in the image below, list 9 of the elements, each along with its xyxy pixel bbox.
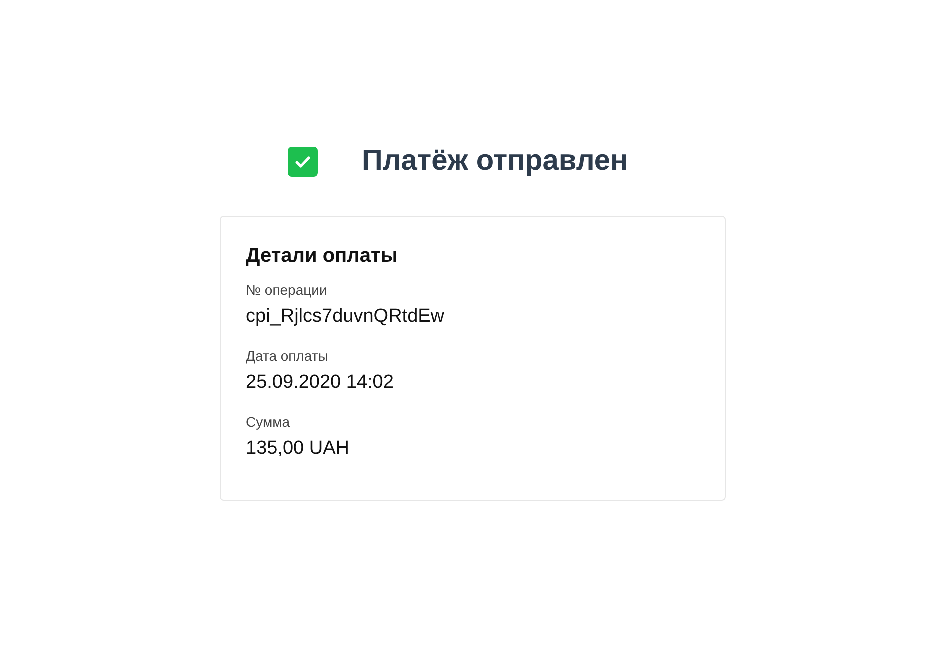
field-label: № операции	[246, 282, 328, 298]
field-label: Дата оплаты	[246, 348, 330, 364]
field-value: 25.09.2020 14:02	[246, 372, 395, 394]
field-value: cpi_Rjlcs7duvnQRtdEw	[246, 306, 446, 328]
field-label: Сумма	[246, 414, 291, 430]
field-value: 135,00 UAH	[246, 438, 351, 460]
status-title: Платёж отправлен	[362, 145, 628, 178]
checkbox-checked-icon	[288, 146, 318, 176]
card-heading: Детали оплаты	[246, 245, 399, 268]
